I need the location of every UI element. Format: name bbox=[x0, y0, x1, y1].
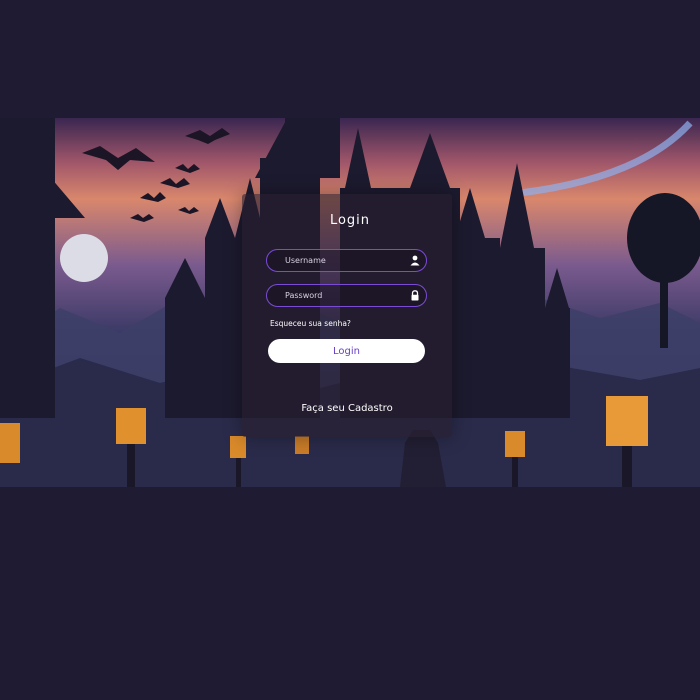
username-input[interactable] bbox=[285, 250, 405, 271]
login-card bbox=[242, 194, 452, 437]
signup-link[interactable]: Faça seu Cadastro bbox=[0, 403, 694, 414]
password-field[interactable] bbox=[266, 284, 427, 307]
username-field[interactable] bbox=[266, 249, 427, 272]
user-icon bbox=[410, 255, 420, 266]
login-button[interactable]: Login bbox=[268, 339, 425, 363]
bats bbox=[82, 128, 230, 222]
forgot-password-link[interactable]: Esqueceu sua senha? bbox=[270, 319, 351, 328]
lock-icon bbox=[411, 290, 419, 301]
login-title: Login bbox=[329, 213, 371, 228]
sky-swirl bbox=[519, 120, 693, 197]
moon bbox=[60, 234, 108, 282]
password-input[interactable] bbox=[285, 285, 405, 306]
